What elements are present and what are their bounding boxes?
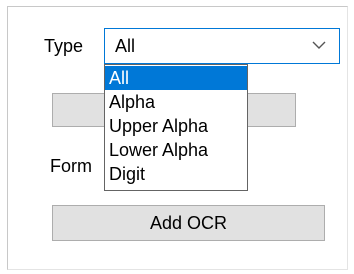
dropdown-option-lower-alpha[interactable]: Lower Alpha (105, 138, 247, 162)
add-ocr-button[interactable]: Add OCR (52, 205, 325, 241)
dropdown-option-alpha[interactable]: Alpha (105, 90, 247, 114)
dropdown-option-digit[interactable]: Digit (105, 162, 247, 186)
dropdown-option-upper-alpha[interactable]: Upper Alpha (105, 114, 247, 138)
type-select-value: All (115, 36, 136, 56)
type-select[interactable]: All (104, 28, 340, 64)
window: Type All Forma Add OCR All Alpha Upper A… (0, 0, 354, 274)
type-dropdown-list: All Alpha Upper Alpha Lower Alpha Digit (104, 64, 248, 191)
type-label: Type (44, 36, 84, 56)
dropdown-option-all[interactable]: All (105, 66, 247, 90)
chevron-down-icon (312, 41, 326, 49)
format-label: Forma (50, 156, 91, 176)
